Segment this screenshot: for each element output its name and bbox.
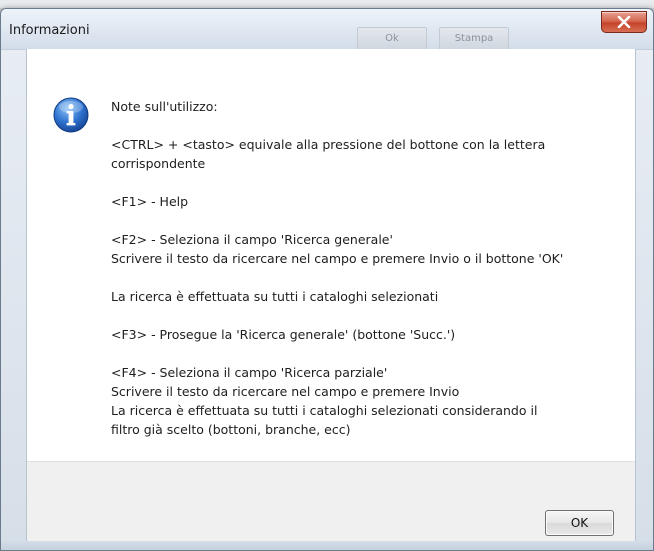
window-title: Informazioni	[9, 23, 90, 38]
background-print-button: Stampa	[439, 27, 509, 51]
close-button[interactable]	[601, 11, 647, 33]
window-bottom-frame	[1, 541, 653, 550]
background-ok-button: Ok	[357, 27, 427, 51]
message-dialog: Informazioni Ok Stampa Note sull'utilizz…	[0, 8, 654, 551]
dialog-body: Note sull'utilizzo: <CTRL> + <tasto> equ…	[26, 49, 636, 542]
button-bar: OK	[27, 461, 635, 542]
ok-button[interactable]: OK	[545, 510, 614, 536]
title-bar[interactable]: Informazioni Ok Stampa	[1, 9, 653, 51]
info-icon	[53, 97, 89, 133]
background-app-strip	[0, 0, 654, 8]
message-area: Note sull'utilizzo: <CTRL> + <tasto> equ…	[27, 49, 635, 461]
message-text: Note sull'utilizzo: <CTRL> + <tasto> equ…	[111, 99, 564, 437]
close-icon	[617, 16, 631, 28]
